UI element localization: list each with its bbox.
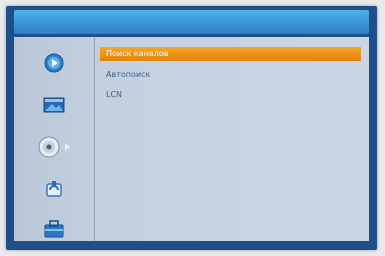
tv-menu-window: Поиск каналов Автопоиск LCN bbox=[6, 6, 377, 250]
tools-icon[interactable] bbox=[40, 177, 68, 201]
menu-content: Поиск каналов Автопоиск LCN bbox=[14, 37, 369, 241]
disc-icon[interactable] bbox=[34, 135, 74, 159]
menu-list: Поиск каналов Автопоиск LCN bbox=[100, 47, 361, 105]
briefcase-icon[interactable] bbox=[40, 217, 68, 241]
menu-item-label: Автопоиск bbox=[106, 70, 151, 79]
menu-item-label: LCN bbox=[106, 90, 123, 99]
menu-item-label: Поиск каналов bbox=[106, 49, 169, 58]
play-icon[interactable] bbox=[40, 51, 68, 75]
category-sidebar bbox=[14, 37, 95, 241]
picture-icon[interactable] bbox=[40, 93, 68, 117]
menu-item-lcn[interactable]: LCN bbox=[100, 85, 361, 105]
menu-title-bar bbox=[14, 10, 369, 34]
menu-item-auto-search[interactable]: Автопоиск bbox=[100, 65, 361, 85]
menu-item-channel-search[interactable]: Поиск каналов bbox=[100, 47, 361, 61]
